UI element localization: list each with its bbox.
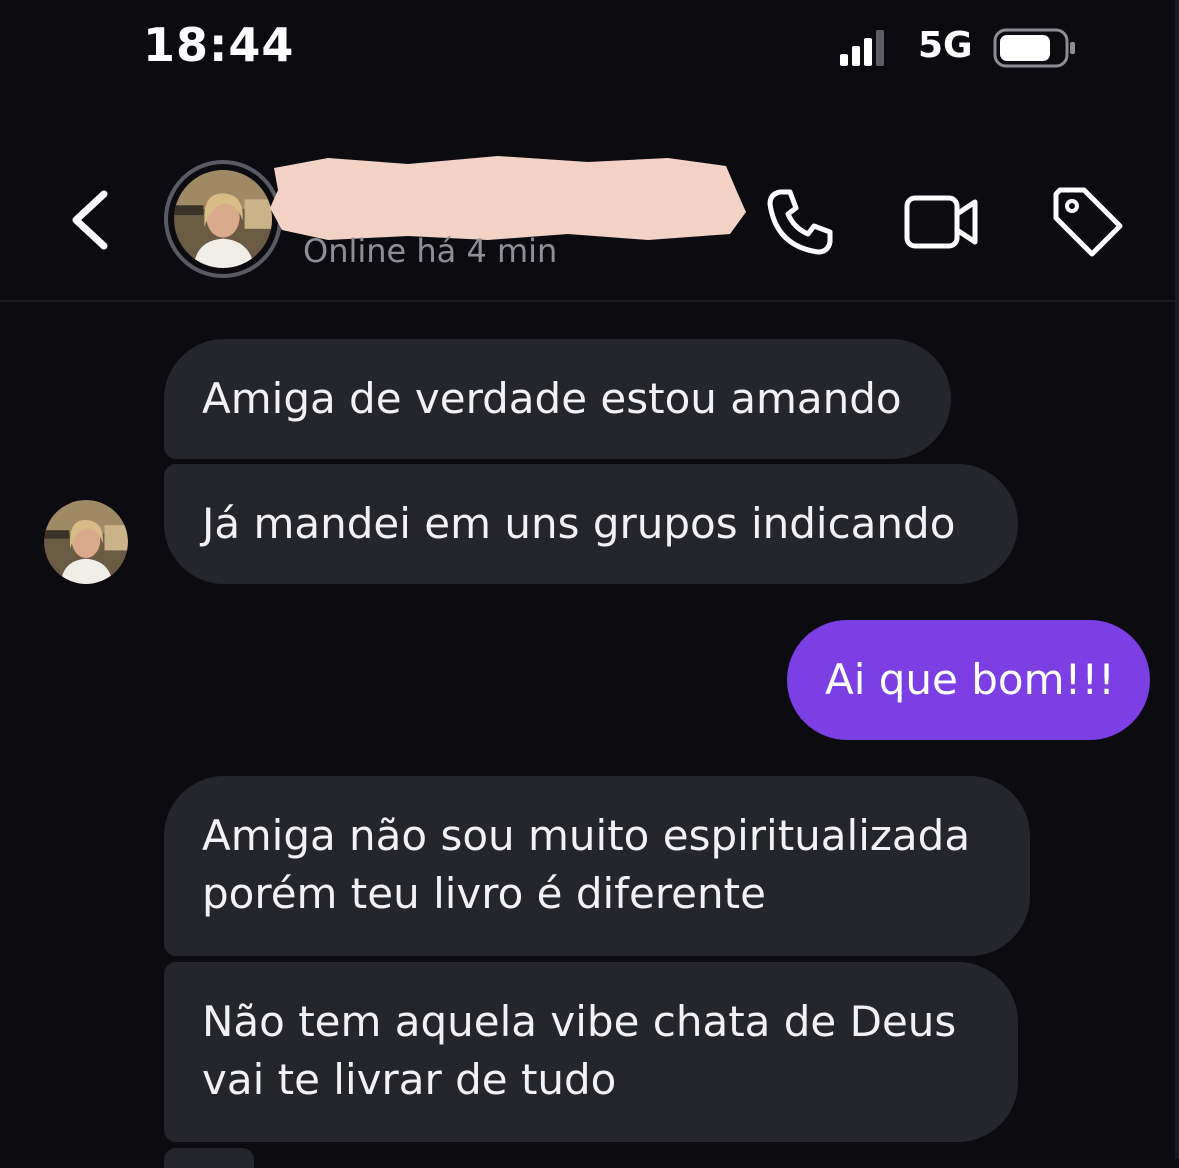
tag-button[interactable] xyxy=(1050,184,1126,260)
scroll-edge xyxy=(1175,0,1179,1159)
next-message-partial xyxy=(164,1148,254,1168)
cellular-signal-icon xyxy=(840,30,884,66)
message-text-line: porém teu livro é diferente xyxy=(202,869,766,918)
status-bar: 18:44 5G xyxy=(0,0,1179,100)
incoming-message[interactable]: Já mandei em uns grupos indicando xyxy=(164,464,1018,584)
call-button[interactable] xyxy=(762,184,838,260)
contact-avatar[interactable] xyxy=(164,160,282,278)
sender-photo xyxy=(44,500,128,584)
outgoing-message[interactable]: Ai que bom!!! xyxy=(787,620,1150,740)
contact-photo xyxy=(174,170,272,268)
network-type: 5G xyxy=(918,25,973,66)
status-time: 18:44 xyxy=(143,18,295,72)
online-status: Online há 4 min xyxy=(303,232,558,270)
message-text-line: Não tem aquela vibe chata de Deus xyxy=(202,997,957,1046)
message-text-line: Amiga não sou muito espiritualizada xyxy=(202,811,971,860)
message-text: Amiga de verdade estou amando xyxy=(202,374,902,423)
message-text: Ai que bom!!! xyxy=(825,655,1116,704)
incoming-message[interactable]: Não tem aquela vibe chata de Deus vai te… xyxy=(164,962,1018,1142)
sender-avatar[interactable] xyxy=(44,500,128,584)
message-list: Amiga de verdade estou amando Já mandei … xyxy=(0,302,1179,1168)
battery-icon xyxy=(993,28,1075,68)
message-text: Já mandei em uns grupos indicando xyxy=(202,499,956,548)
incoming-message[interactable]: Amiga de verdade estou amando xyxy=(164,339,951,459)
back-button[interactable] xyxy=(60,184,124,256)
incoming-message[interactable]: Amiga não sou muito espiritualizada poré… xyxy=(164,776,1030,956)
contact-name-redaction xyxy=(270,156,746,240)
chat-header: Online há 4 min xyxy=(0,140,1179,300)
message-text-line: vai te livrar de tudo xyxy=(202,1055,617,1104)
video-call-button[interactable] xyxy=(903,184,979,260)
